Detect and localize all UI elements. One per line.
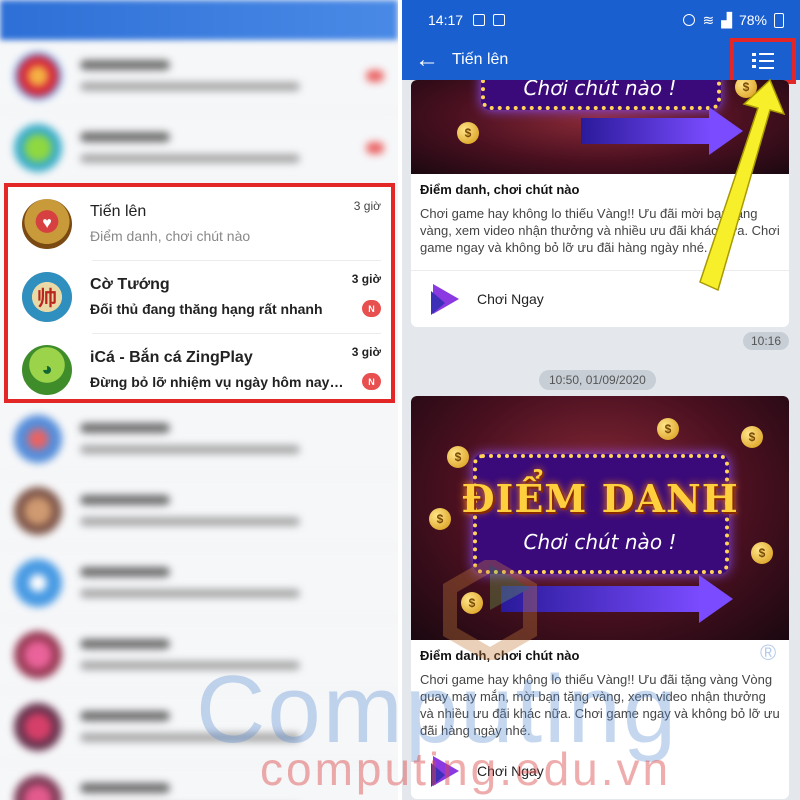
message-card-1: Chơi chút nào ! $ $ Điểm danh, chơi chút… [411,80,789,327]
blurred-chat-list-top [0,40,398,184]
list-item[interactable] [0,40,398,112]
chat-preview: Điểm danh, chơi chút nào [90,228,251,244]
watermark-logo [443,560,537,660]
chat-title: Cờ Tướng [90,276,170,293]
list-item[interactable] [0,475,398,547]
new-badge: N [362,373,381,390]
list-item[interactable] [0,547,398,619]
play-now-button[interactable]: Chơi Ngay [411,271,789,327]
chat-row-tien-len[interactable]: ♥ Tiến lên Điểm danh, chơi chút nào 3 gi… [8,187,391,260]
battery-percent: 78% [738,12,767,28]
coin-icon: $ [457,122,479,144]
alarm-icon [683,14,696,26]
list-item[interactable] [0,403,398,475]
coin-icon: $ [657,418,679,440]
date-separator: 10:50, 01/09/2020 [539,370,656,390]
chat-title: iCá - Bắn cá ZingPlay [90,349,253,366]
list-item[interactable] [0,112,398,184]
chat-preview: Đừng bỏ lỡ nhiệm vụ ngày hôm nay! Vào g.… [90,374,347,390]
coin-icon: $ [429,508,451,530]
promo-banner: Chơi chút nào ! $ $ [411,80,789,174]
message-time: 10:16 [743,332,790,350]
arrow-left-icon[interactable]: ← [402,40,452,80]
new-badge: N [362,300,381,317]
co-tuong-game-avatar: 帅 [22,271,72,322]
watermark-url: computing.edu.vn [260,743,672,795]
chat-header: ← Tiến lên [402,38,800,84]
chat-time: 3 giờ [353,199,381,213]
watermark-registered: ® [760,640,777,665]
chat-row-ica[interactable]: ◕ iCá - Bắn cá ZingPlay Đừng bỏ lỡ nhiệm… [8,333,391,406]
status-time: 14:17 [428,12,464,28]
chat-header-title: Tiến lên [452,51,509,68]
signal-icon: ▟ [721,11,732,28]
banner-subtitle: Chơi chút nào ! [523,530,677,554]
chat-preview: Đối thủ đang thăng hạng rất nhanh [90,301,323,317]
status-bar: 14:17 ≋ ▟ 78% [402,0,800,40]
coin-icon: $ [741,426,763,448]
card-title: Điểm danh, chơi chút nào [420,182,580,197]
battery-icon [774,12,784,28]
play-icon [427,282,461,316]
card-description: Chơi game hay không lo thiếu Vàng!! Ưu đ… [420,206,780,255]
coin-icon: $ [447,446,469,468]
notification-icon [473,14,486,26]
chat-time: 3 giờ [351,345,381,359]
ica-game-avatar: ◕ [22,344,72,395]
tien-len-game-avatar: ♥ [22,198,72,249]
coin-icon: $ [751,542,773,564]
list-menu-button[interactable] [730,38,796,84]
banner-title: ĐIỂM DANH [461,476,739,521]
play-now-label: Chơi Ngay [477,291,544,307]
chat-row-co-tuong[interactable]: 帅 Cờ Tướng Đối thủ đang thăng hạng rất n… [8,260,391,333]
wifi-icon: ≋ [702,11,715,28]
left-status-bar [0,0,398,40]
chat-time: 3 giờ [351,272,381,286]
list-menu-icon [752,53,774,69]
chat-title: Tiến lên [90,203,147,220]
highlighted-chat-group: ♥ Tiến lên Điểm danh, chơi chút nào 3 gi… [4,183,395,403]
image-notification-icon [493,14,506,26]
banner-subtitle: Chơi chút nào ! [523,80,677,100]
